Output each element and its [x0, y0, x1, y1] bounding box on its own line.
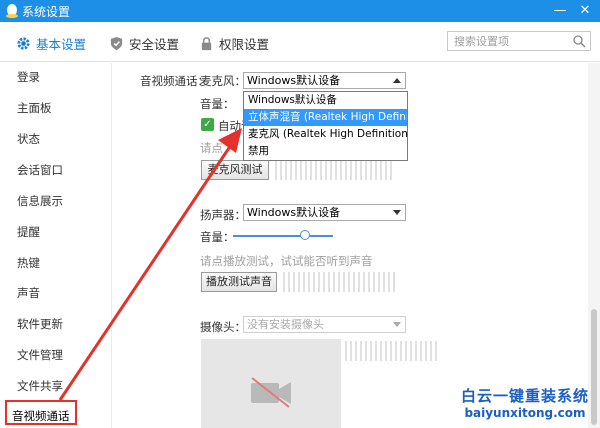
- settings-sidebar: 登录 主面板 状态 会话窗口 信息展示 提醒 热键 声音 软件更新 文件管理 文…: [0, 63, 112, 428]
- mic-test-button[interactable]: 麦克风测试: [201, 160, 269, 180]
- gear-icon: [17, 36, 30, 50]
- speaker-selected-value: Windows默认设备: [247, 206, 341, 219]
- tab-permission-settings[interactable]: 权限设置: [199, 33, 269, 53]
- speaker-hint: 请点播放测试，试试能否听到声音: [200, 254, 373, 268]
- av-settings-panel: 音视频通话： 麦克风： Windows默认设备 Windows默认设备 立体声混…: [113, 63, 588, 428]
- tab-label: 权限设置: [219, 36, 270, 52]
- av-section-label: 音视频通话：: [140, 74, 209, 88]
- sidebar-item-hotkeys[interactable]: 热键: [17, 255, 40, 271]
- mic-label: 麦克风：: [200, 74, 246, 88]
- dropdown-up-icon: [393, 78, 401, 83]
- shield-icon: [110, 36, 123, 50]
- sidebar-item-status[interactable]: 状态: [17, 131, 40, 147]
- sidebar-item-main-panel[interactable]: 主面板: [17, 100, 52, 116]
- lock-icon: [201, 36, 212, 50]
- auto-adjust-checkbox[interactable]: ✓: [201, 118, 214, 131]
- dropdown-arrow-icon: [393, 210, 401, 215]
- watermark-url: baiyunxitong.com: [464, 406, 586, 420]
- sidebar-item-file-sharing[interactable]: 文件共享: [17, 378, 63, 394]
- tab-label: 安全设置: [129, 36, 180, 52]
- mic-option[interactable]: 麦克风 (Realtek High Definition Audio: [244, 126, 407, 143]
- sidebar-item-reminder[interactable]: 提醒: [17, 224, 40, 240]
- mic-option[interactable]: 禁用: [244, 143, 407, 160]
- mic-hint: 请点: [200, 141, 223, 155]
- tab-basic-settings[interactable]: 基本设置: [16, 33, 86, 53]
- sidebar-item-file-management[interactable]: 文件管理: [17, 347, 63, 363]
- speaker-test-button[interactable]: 播放测试声音: [201, 272, 277, 292]
- speaker-label: 扬声器：: [200, 208, 246, 222]
- tab-label: 基本设置: [36, 36, 87, 52]
- search-input[interactable]: [448, 32, 568, 50]
- qq-logo-icon: [6, 4, 18, 18]
- sidebar-item-sound[interactable]: 声音: [17, 285, 40, 301]
- speaker-volume-knob[interactable]: [300, 230, 310, 240]
- minimize-button[interactable]: —: [550, 1, 570, 21]
- watermark-title: 白云一键重装系统: [460, 387, 589, 405]
- mic-level-meter: [275, 160, 392, 180]
- speaker-level-meter: [283, 272, 395, 292]
- camera-label: 摄像头：: [200, 320, 246, 334]
- annotation-highlight-box: [5, 400, 77, 425]
- camera-select: 没有安装摄像头: [243, 316, 406, 333]
- mic-volume-label: 音量：: [200, 97, 235, 111]
- sidebar-item-software-update[interactable]: 软件更新: [17, 316, 63, 332]
- speaker-volume-track[interactable]: [233, 235, 333, 237]
- sidebar-item-login[interactable]: 登录: [17, 69, 40, 85]
- camera-preview: [201, 339, 341, 428]
- camera-selected-value: 没有安装摄像头: [247, 318, 324, 331]
- settings-search[interactable]: [447, 31, 591, 51]
- mic-dropdown-list: Windows默认设备 立体声混音 (Realtek High Definiti…: [243, 91, 408, 161]
- mic-select[interactable]: Windows默认设备: [243, 72, 406, 89]
- mic-option-highlighted[interactable]: 立体声混音 (Realtek High Definition: [244, 109, 407, 126]
- sidebar-item-info-display[interactable]: 信息展示: [17, 193, 63, 209]
- panel-scrollbar[interactable]: [588, 63, 600, 428]
- mic-selected-value: Windows默认设备: [247, 74, 341, 87]
- sidebar-item-chat-window[interactable]: 会话窗口: [17, 162, 63, 178]
- watermark-logo: 白云一键重装系统 baiyunxitong.com: [455, 385, 595, 425]
- dropdown-arrow-icon: [393, 322, 401, 327]
- speaker-volume-label: 音量：: [200, 230, 235, 244]
- title-bar: 系统设置 — ✕: [0, 0, 600, 22]
- mic-option[interactable]: Windows默认设备: [244, 92, 407, 109]
- camera-side-meter: [345, 341, 437, 361]
- camera-off-icon: [251, 377, 291, 408]
- close-button[interactable]: ✕: [575, 1, 595, 21]
- search-icon[interactable]: [572, 34, 586, 48]
- speaker-select[interactable]: Windows默认设备: [243, 204, 406, 221]
- window-title: 系统设置: [22, 5, 71, 19]
- tab-security-settings[interactable]: 安全设置: [109, 33, 179, 53]
